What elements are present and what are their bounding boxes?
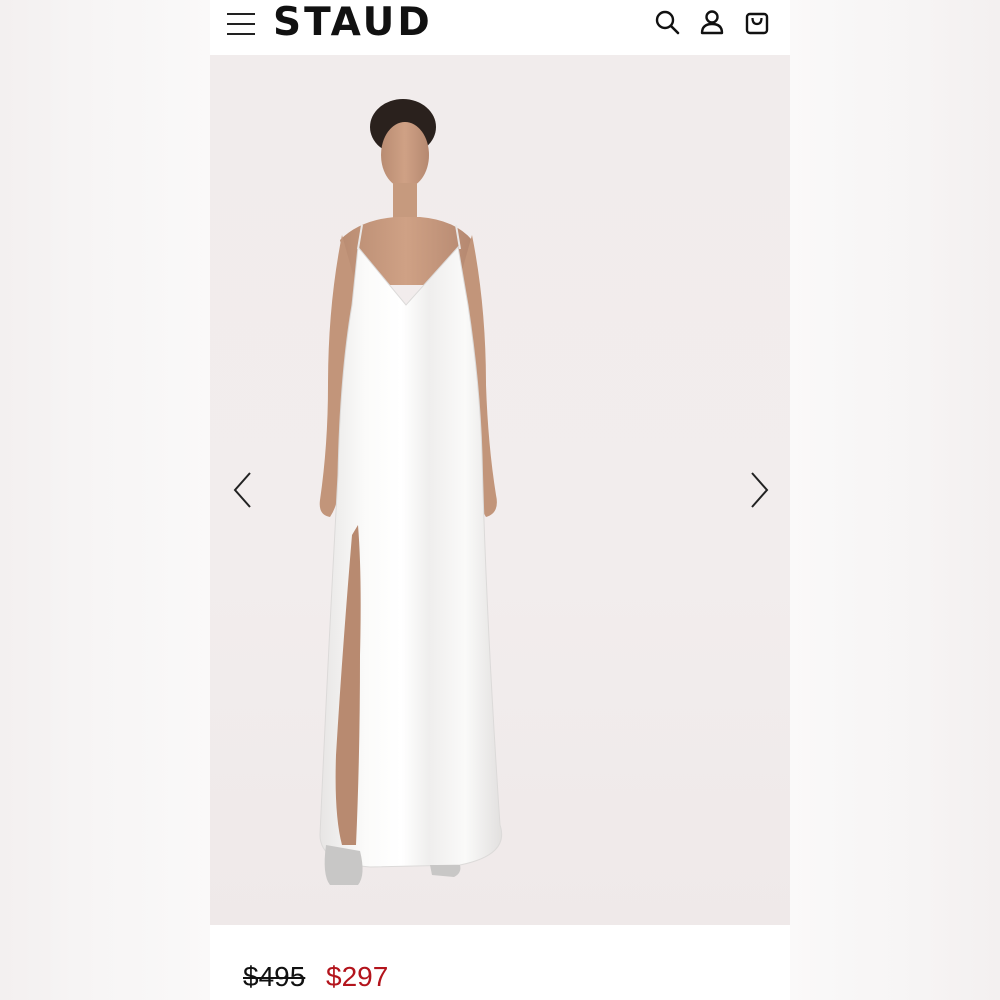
- price-section: $495 $297: [210, 925, 790, 1000]
- menu-icon[interactable]: [226, 10, 256, 38]
- product-image-gallery[interactable]: [210, 55, 790, 925]
- brand-logo[interactable]: STAUD: [273, 0, 433, 46]
- chevron-right-icon[interactable]: [746, 470, 772, 510]
- account-icon[interactable]: [699, 9, 725, 35]
- site-header: STAUD: [210, 0, 790, 55]
- search-icon[interactable]: [654, 9, 680, 35]
- bag-icon[interactable]: [744, 9, 770, 35]
- mobile-viewport: STAUD $495 $297: [210, 0, 790, 1000]
- original-price: $495: [243, 961, 306, 992]
- product-photo: [319, 99, 502, 885]
- chevron-left-icon[interactable]: [230, 470, 256, 510]
- sale-price: $297: [326, 961, 389, 992]
